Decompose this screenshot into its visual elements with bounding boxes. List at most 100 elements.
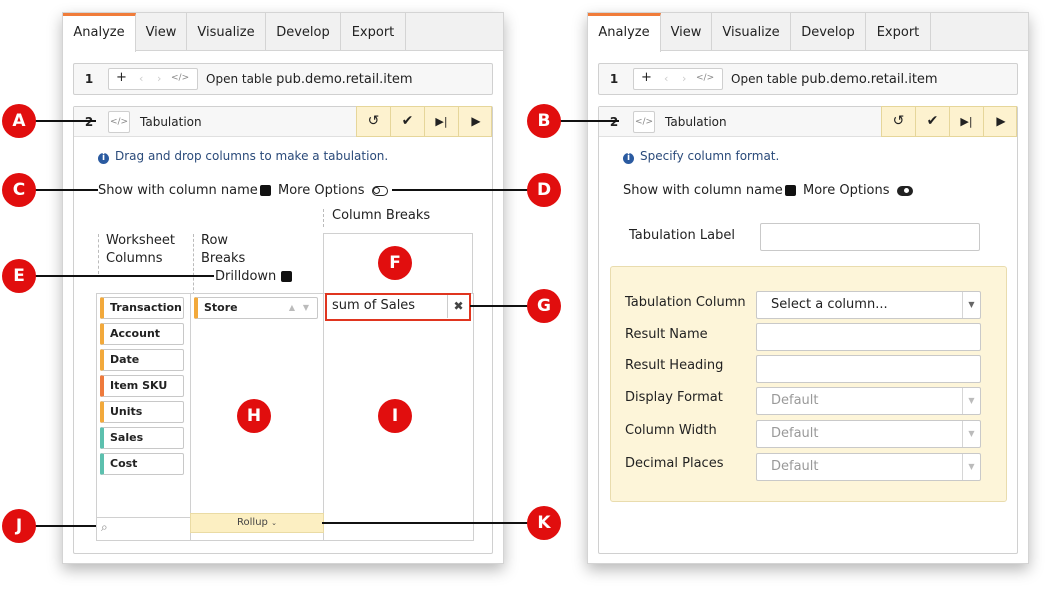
column-breaks-header: Column Breaks: [332, 208, 431, 223]
tabulation-column-label: Tabulation Column: [625, 295, 746, 310]
sort-up-icon[interactable]: ▲: [289, 298, 295, 318]
code-icon[interactable]: </>: [696, 73, 714, 83]
play-icon[interactable]: ▶: [459, 107, 493, 136]
undo-icon[interactable]: ↺: [357, 107, 391, 136]
callout-k: K: [527, 506, 561, 540]
step-number: 1: [84, 72, 94, 86]
check-icon[interactable]: ✔: [391, 107, 425, 136]
step-2-block: 2 </> Tabulation ↺ ✔ ▶| ▶ i Drag and drop…: [73, 106, 493, 554]
tab-export[interactable]: Export: [866, 13, 931, 51]
callout-h: H: [237, 399, 271, 433]
chevron-right-icon: ›: [157, 72, 162, 85]
result-heading-input[interactable]: [756, 355, 981, 383]
callout-e: E: [2, 259, 36, 293]
step-1-bar: 1 + ‹ › </> Open table pub.demo.retail.i…: [598, 63, 1018, 95]
tabulation-label-input[interactable]: [760, 223, 980, 251]
callout-line-g: [470, 305, 532, 307]
code-icon[interactable]: </>: [171, 73, 189, 83]
show-column-name-label: Show with column name: [98, 183, 258, 198]
undo-icon[interactable]: ↺: [882, 107, 916, 136]
plus-icon[interactable]: +: [116, 70, 127, 85]
display-format-select[interactable]: Default ▼: [756, 387, 981, 415]
callout-line-d: [392, 189, 532, 191]
worksheet-column-transaction[interactable]: Transaction: [100, 297, 184, 319]
tabulation-column-select[interactable]: Select a column... ▼: [756, 291, 981, 319]
column-break-label: sum of Sales: [332, 298, 416, 313]
step-forward-icon[interactable]: ▶|: [425, 107, 459, 136]
checkbox-checked-icon: [785, 185, 796, 196]
tab-develop[interactable]: Develop: [791, 13, 866, 51]
step-forward-icon[interactable]: ▶|: [950, 107, 984, 136]
show-column-name-checkbox[interactable]: [260, 184, 271, 199]
code-icon[interactable]: </>: [633, 111, 655, 133]
column-search-input[interactable]: ⌕: [96, 517, 191, 541]
show-column-name-checkbox[interactable]: [785, 184, 796, 199]
chevron-right-icon: ›: [682, 72, 687, 85]
worksheet-column-account[interactable]: Account: [100, 323, 184, 345]
callout-i: I: [378, 399, 412, 433]
step-2-header: 2 </> Tabulation ↺ ✔ ▶| ▶: [599, 106, 1017, 137]
rollup-button[interactable]: Rollup ⌄: [190, 513, 324, 533]
play-icon[interactable]: ▶: [984, 107, 1018, 136]
drilldown-checkbox[interactable]: [281, 270, 292, 285]
callout-d: D: [527, 173, 561, 207]
remove-icon[interactable]: ✖: [447, 295, 469, 318]
callout-line-e: [34, 275, 214, 277]
step-action-group: ↺ ✔ ▶| ▶: [356, 106, 492, 137]
info-icon: i: [98, 153, 109, 164]
callout-c: C: [2, 173, 36, 207]
step-2-title: Tabulation: [140, 115, 202, 129]
tab-view[interactable]: View: [136, 13, 187, 51]
more-options-toggle[interactable]: [897, 184, 913, 199]
tab-develop[interactable]: Develop: [266, 13, 341, 51]
tab-bar: Analyze View Visualize Develop Export: [63, 13, 503, 52]
code-icon[interactable]: </>: [108, 111, 130, 133]
tabulation-panel-left: Analyze View Visualize Develop Export 1 …: [62, 12, 504, 564]
check-icon[interactable]: ✔: [916, 107, 950, 136]
checkbox-checked-icon: [260, 185, 271, 196]
more-options-label: More Options: [278, 183, 365, 198]
tab-visualize[interactable]: Visualize: [712, 13, 791, 51]
step-2-title: Tabulation: [665, 115, 727, 129]
tab-view[interactable]: View: [661, 13, 712, 51]
decimal-places-select[interactable]: Default ▼: [756, 453, 981, 481]
worksheet-column-item-sku[interactable]: Item SKU: [100, 375, 184, 397]
column-break-sum-of-sales[interactable]: sum of Sales ✖: [325, 293, 471, 321]
tab-analyze[interactable]: Analyze: [63, 13, 136, 52]
row-break-store[interactable]: Store ▲ ▼: [194, 297, 318, 319]
column-width-label: Column Width: [625, 423, 717, 438]
chevron-left-icon: ‹: [139, 72, 144, 85]
step-number: 1: [609, 72, 619, 86]
sort-down-icon[interactable]: ▼: [303, 298, 309, 318]
info-icon: i: [623, 153, 634, 164]
info-message: i Specify column format.: [623, 149, 779, 164]
callout-line-k: [322, 522, 532, 524]
table-name: pub.demo.retail.item: [801, 72, 938, 87]
step-1-text: Open table pub.demo.retail.item: [206, 64, 413, 94]
row-break-label: Store: [204, 301, 238, 314]
step-controls: + ‹ › </>: [633, 68, 723, 90]
worksheet-column-units[interactable]: Units: [100, 401, 184, 423]
step-1-prefix: Open table: [731, 72, 802, 86]
worksheet-column-cost[interactable]: Cost: [100, 453, 184, 475]
plus-icon[interactable]: +: [641, 70, 652, 85]
more-options-toggle[interactable]: [372, 184, 388, 199]
step-1-text: Open table pub.demo.retail.item: [731, 64, 938, 94]
tab-visualize[interactable]: Visualize: [187, 13, 266, 51]
tabulation-label-label: Tabulation Label: [629, 228, 735, 243]
column-width-select[interactable]: Default ▼: [756, 420, 981, 448]
step-2-header: 2 </> Tabulation ↺ ✔ ▶| ▶: [74, 106, 492, 137]
divider: [193, 234, 194, 300]
step-action-group: ↺ ✔ ▶| ▶: [881, 106, 1017, 137]
worksheet-column-sales[interactable]: Sales: [100, 427, 184, 449]
worksheet-columns-header: Worksheet Columns: [106, 233, 176, 266]
tab-export[interactable]: Export: [341, 13, 406, 51]
callout-line-b: [559, 120, 619, 122]
result-name-input[interactable]: [756, 323, 981, 351]
step-number: 2: [609, 115, 619, 129]
dropdown-caret-icon: ▼: [962, 421, 980, 447]
tab-analyze[interactable]: Analyze: [588, 13, 661, 52]
step-number: 2: [84, 115, 94, 129]
drilldown-label: Drilldown: [215, 269, 277, 284]
worksheet-column-date[interactable]: Date: [100, 349, 184, 371]
